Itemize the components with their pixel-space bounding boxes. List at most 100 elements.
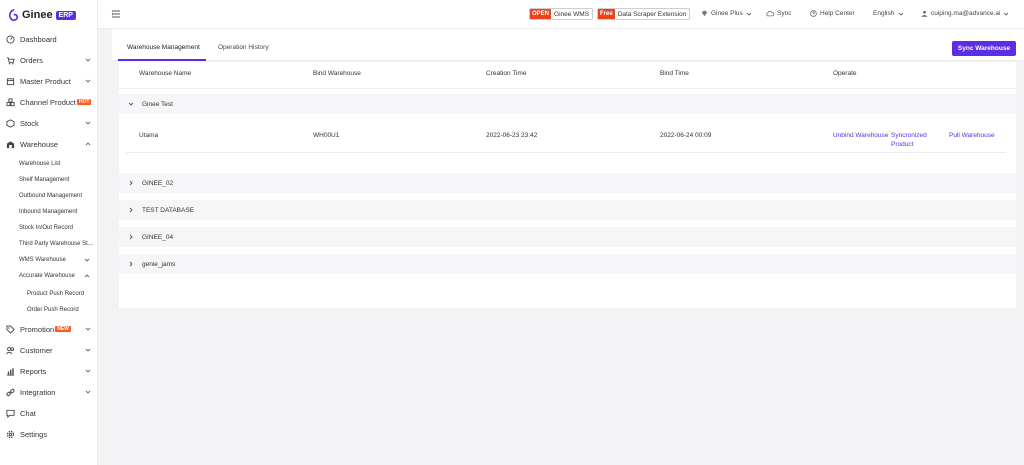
group-row-ginee-04[interactable]: GINEE_04 (119, 227, 1016, 247)
cell-creation-time: 2022-06-23 23:42 (486, 132, 538, 139)
sync-menu[interactable]: Sync (766, 10, 791, 17)
sidebar-sub-shelf-management[interactable]: Shelf Management (19, 177, 69, 183)
user-email: cuiping.ma@advance.ai (931, 10, 1001, 17)
chevron-down-icon (899, 12, 904, 16)
cell-bind-time: 2022-06-24 00:09 (660, 132, 712, 139)
brand-name: Ginee (22, 9, 53, 21)
cell-bind-warehouse: WH00U1 (313, 132, 340, 139)
sidebar-item-promotion[interactable]: Promotion NEW (0, 321, 98, 337)
sidebar-sub-warehouse-list[interactable]: Warehouse List (19, 161, 60, 167)
group-name: genie_jams (142, 260, 176, 268)
tab-warehouse-management[interactable]: Warehouse Management (127, 44, 200, 51)
users-icon (6, 346, 15, 354)
group-row-ginee-test[interactable]: Ginee Test (119, 94, 1016, 114)
chevron-right-icon (129, 234, 133, 240)
column-header-bind-warehouse: Bind Warehouse (313, 70, 361, 77)
ginee-plus-menu[interactable]: Ginee Plus (701, 10, 755, 17)
ginee-wms-label: Ginee WMS (554, 10, 590, 18)
unbind-warehouse-link[interactable]: Unbind Warehouse (833, 131, 888, 140)
header-divider (119, 88, 1016, 89)
tabs-bar: Warehouse Management Operation History S… (112, 29, 1024, 61)
chevron-down-icon (85, 121, 91, 125)
group-name: GINEE_02 (142, 179, 174, 187)
sidebar-sub-third-party-warehouse[interactable]: Third Party Warehouse St... (19, 241, 93, 247)
ginee-wms-button[interactable]: OPEN Ginee WMS (529, 8, 594, 20)
sidebar-item-orders[interactable]: Orders (0, 52, 98, 68)
menu-collapse-icon[interactable] (111, 9, 121, 19)
synchronized-product-link-line2[interactable]: Product (891, 140, 913, 149)
chart-icon (6, 367, 15, 376)
sidebar-item-customer[interactable]: Customer (0, 342, 98, 358)
chevron-down-icon (85, 327, 91, 331)
warehouse-table: Warehouse Name Bind Warehouse Creation T… (119, 62, 1016, 308)
cell-warehouse-name: Utama (139, 132, 159, 139)
top-bar: OPEN Ginee WMS Free Data Scraper Extensi… (98, 0, 1024, 29)
tab-operation-history[interactable]: Operation History (218, 44, 269, 51)
user-menu[interactable]: cuiping.ma@advance.ai (921, 10, 1012, 17)
stock-icon (6, 118, 15, 128)
chevron-down-icon (85, 369, 91, 373)
sidebar-item-dashboard[interactable]: Dashboard (0, 31, 98, 47)
sidebar-item-warehouse[interactable]: Warehouse (0, 136, 98, 152)
sidebar-item-label: Channel Product (20, 97, 76, 107)
sidebar-item-chat[interactable]: Chat (0, 405, 98, 421)
chevron-up-icon (84, 274, 90, 278)
chevron-right-icon (129, 261, 133, 267)
column-header-creation-time: Creation Time (486, 70, 527, 77)
sidebar-item-label: Settings (20, 429, 48, 439)
sidebar-item-label: Customer (20, 345, 53, 355)
language-label: English (873, 10, 895, 17)
sidebar-item-label: Integration (20, 387, 56, 397)
sync-warehouse-button[interactable]: Sync Warehouse (952, 41, 1016, 56)
group-name: GINEE_04 (142, 233, 174, 241)
sidebar-sub-outbound-management[interactable]: Outbound Management (19, 193, 82, 199)
column-header-bind-time: Bind Time (660, 70, 689, 77)
group-row-test-database[interactable]: TEST DATABASE (119, 200, 1016, 220)
sidebar-sub-order-push-record[interactable]: Order Push Record (27, 307, 79, 313)
sidebar-item-reports[interactable]: Reports (0, 363, 98, 379)
chevron-right-icon (129, 207, 133, 213)
synchronized-product-link[interactable]: Syncronized (891, 131, 927, 140)
help-center-label: Help Center (820, 10, 855, 17)
open-tag: OPEN (530, 9, 552, 19)
cloud-sync-icon (766, 11, 774, 17)
sidebar-sub-product-push-record[interactable]: Product Push Record (27, 291, 84, 297)
chevron-down-icon (746, 12, 752, 16)
group-name: TEST DATABASE (142, 206, 195, 214)
free-tag: Free (598, 9, 615, 19)
box-icon (6, 77, 15, 85)
dashboard-icon (6, 34, 15, 44)
sidebar-sub-wms-warehouse[interactable]: WMS Warehouse (19, 257, 66, 263)
sidebar-item-settings[interactable]: Settings (0, 426, 98, 442)
erp-badge: ERP (55, 10, 76, 20)
sidebar-item-channel-product[interactable]: Channel Product HOT (0, 94, 98, 110)
diamond-icon (701, 10, 708, 17)
sidebar-item-master-product[interactable]: Master Product (0, 73, 98, 89)
chevron-up-icon (85, 142, 91, 146)
sidebar-item-label: Dashboard (20, 34, 57, 44)
chat-icon (6, 409, 15, 418)
group-row-genie-jams[interactable]: genie_jams (119, 254, 1016, 274)
group-row-ginee-02[interactable]: GINEE_02 (119, 173, 1016, 193)
gear-icon (6, 430, 15, 438)
link-icon (6, 388, 15, 396)
language-select[interactable]: English (873, 10, 907, 17)
sidebar-item-integration[interactable]: Integration (0, 384, 98, 400)
sidebar-item-stock[interactable]: Stock (0, 115, 98, 131)
new-badge: NEW (55, 326, 71, 332)
data-scraper-button[interactable]: Free Data Scraper Extension (597, 8, 691, 20)
chevron-right-icon (129, 180, 133, 186)
logo[interactable]: Ginee ERP (0, 0, 97, 30)
ginee-plus-label: Ginee Plus (711, 10, 743, 17)
sidebar-sub-inbound-management[interactable]: Inbound Management (19, 209, 77, 215)
sidebar-sub-accurate-warehouse[interactable]: Accurate Warehouse (19, 273, 75, 279)
sidebar-item-label: Stock (20, 118, 39, 128)
column-header-operate: Operate (833, 70, 857, 77)
help-center-link[interactable]: Help Center (810, 10, 855, 17)
sidebar-item-label: Reports (20, 366, 47, 376)
pull-warehouse-link[interactable]: Pull Warehouse (949, 131, 995, 140)
sidebar-sub-stock-record[interactable]: Stock In/Out Record (19, 225, 73, 231)
column-header-warehouse-name: Warehouse Name (139, 70, 192, 77)
chevron-down-icon (128, 102, 134, 106)
cart-icon (6, 56, 15, 64)
